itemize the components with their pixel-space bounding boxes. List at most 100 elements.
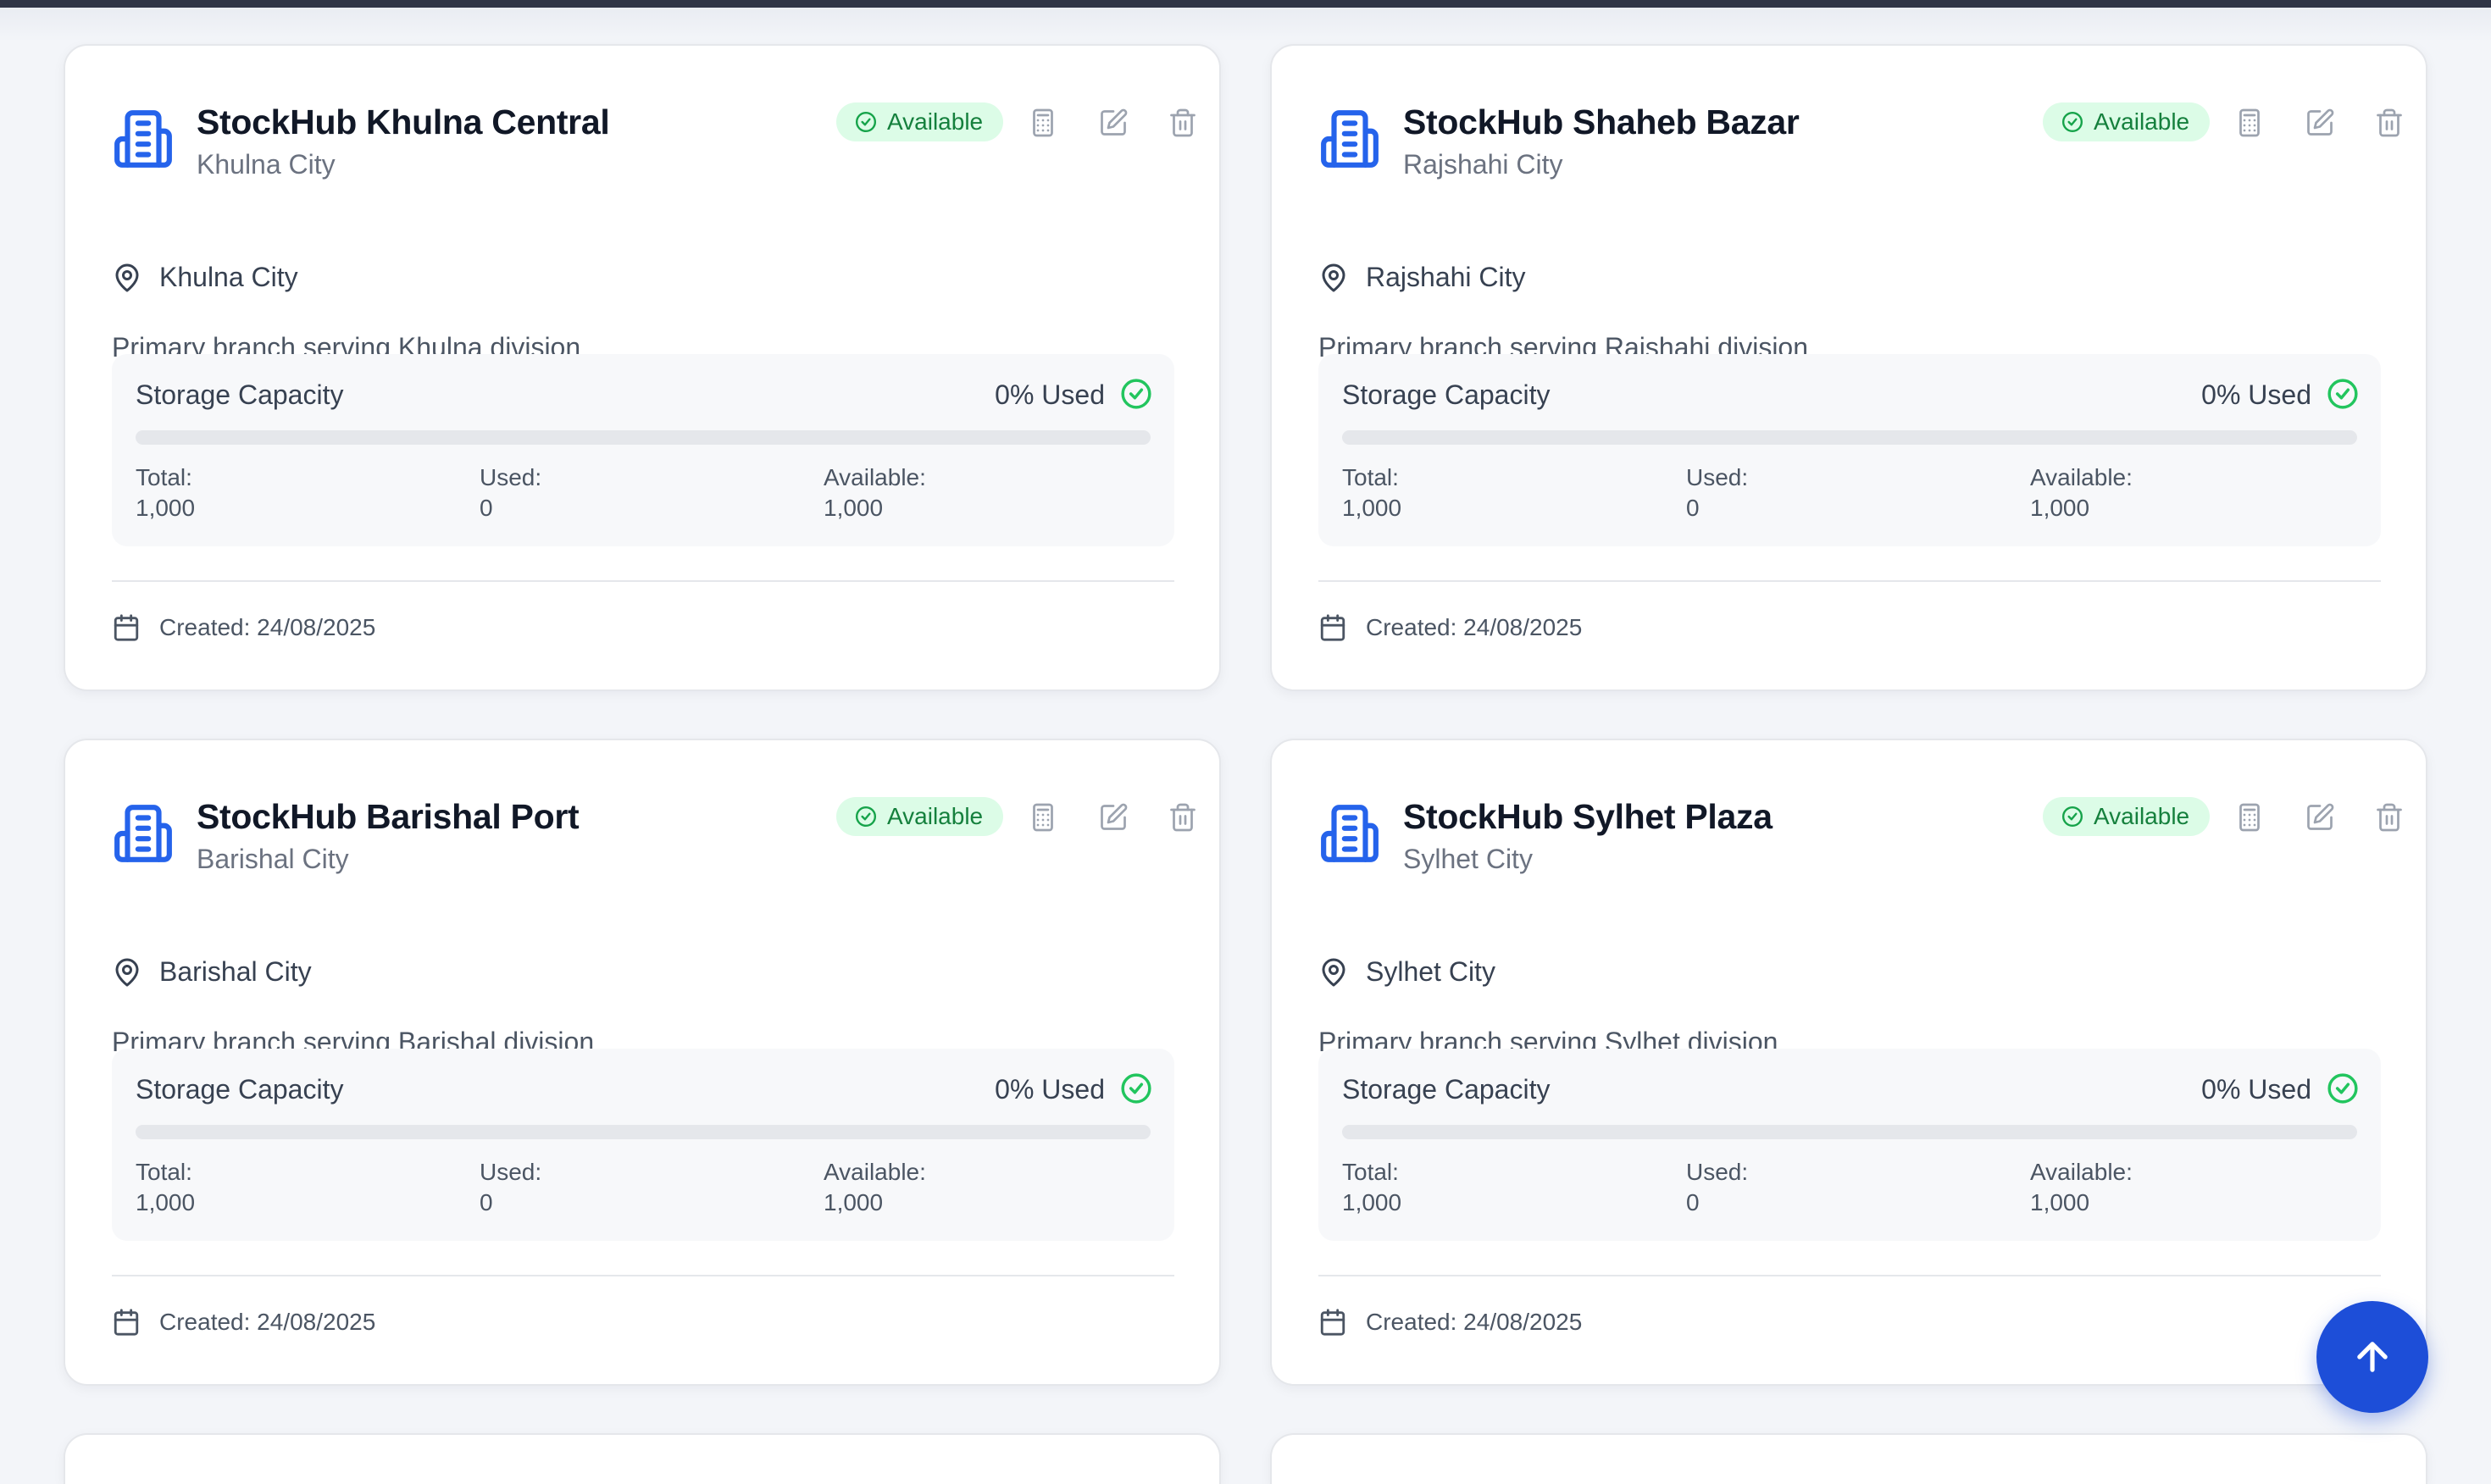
- branch-title: StockHub Khulna Central: [197, 102, 610, 141]
- storage-panel: Storage Capacity 0% Used Total: 1,000 Us…: [1318, 1049, 2381, 1241]
- branch-card-partial: [64, 1433, 1221, 1484]
- calculator-icon: [1033, 108, 1053, 137]
- storage-used-percent: 0% Used: [2201, 1074, 2311, 1105]
- used-value: 0: [1686, 495, 1700, 521]
- card-divider: [1318, 1275, 2381, 1276]
- available-value: 1,000: [824, 1189, 884, 1215]
- storage-progress-bar: [1342, 430, 2357, 445]
- available-label: Available:: [2030, 464, 2133, 490]
- calendar-icon: [1320, 1309, 1345, 1336]
- check-circle-icon: [2327, 1073, 2358, 1104]
- total-value: 1,000: [136, 1189, 196, 1215]
- total-label: Total:: [136, 464, 192, 490]
- available-label: Available:: [2030, 1159, 2133, 1185]
- calendar-icon: [114, 1309, 139, 1336]
- storage-progress-bar: [136, 430, 1151, 445]
- card-header: StockHub Shaheb Bazar Rajshahi City Avai…: [1318, 98, 2402, 191]
- branch-city: Barishal City: [197, 844, 349, 874]
- status-badge: Available: [2043, 102, 2211, 141]
- card-header: StockHub Barishal Port Barishal City Ava…: [112, 793, 1196, 886]
- storage-used-percent: 0% Used: [995, 1074, 1105, 1105]
- trash-icon: [1170, 803, 1196, 832]
- edit-icon: [2307, 108, 2334, 136]
- total-stat: Total: 1,000: [136, 462, 195, 523]
- branch-card: StockHub Sylhet Plaza Sylhet City Availa…: [1270, 739, 2427, 1386]
- branch-title: StockHub Sylhet Plaza: [1403, 797, 1773, 836]
- calculator-button[interactable]: [1023, 102, 1063, 143]
- total-value: 1,000: [1342, 1189, 1402, 1215]
- status-label: Available: [2094, 803, 2190, 829]
- branch-card: StockHub Khulna Central Khulna City Avai…: [64, 44, 1221, 691]
- building-icon: [114, 805, 172, 862]
- created-date: Created: 24/08/2025: [1366, 1309, 1583, 1335]
- check-circle-icon: [2327, 379, 2358, 409]
- storage-label: Storage Capacity: [1342, 379, 1551, 410]
- status-badge: Available: [836, 797, 1004, 836]
- location-row: Rajshahi City: [1318, 262, 1526, 293]
- available-label: Available:: [824, 1159, 926, 1185]
- delete-button[interactable]: [1162, 102, 1203, 143]
- map-pin-icon: [1322, 263, 1345, 291]
- arrow-up-icon: [2357, 1342, 2388, 1372]
- map-pin-icon: [115, 263, 139, 291]
- card-divider: [112, 1275, 1174, 1276]
- check-circle-icon: [2061, 111, 2083, 133]
- location-row: Sylhet City: [1318, 956, 1495, 988]
- used-stat: Used: 0: [480, 1157, 541, 1218]
- created-date: Created: 24/08/2025: [159, 614, 376, 640]
- used-label: Used:: [1686, 464, 1749, 490]
- created-row: Created: 24/08/2025: [1318, 613, 1582, 642]
- available-value: 1,000: [824, 495, 884, 521]
- edit-button[interactable]: [1093, 102, 1134, 143]
- total-value: 1,000: [136, 495, 196, 521]
- calculator-button[interactable]: [2229, 102, 2270, 143]
- available-label: Available:: [824, 464, 926, 490]
- available-value: 1,000: [2030, 1189, 2090, 1215]
- trash-icon: [2377, 108, 2402, 137]
- branch-title: StockHub Shaheb Bazar: [1403, 102, 1800, 141]
- check-circle-icon: [2061, 806, 2083, 828]
- card-header: StockHub Sylhet Plaza Sylhet City Availa…: [1318, 793, 2402, 886]
- used-label: Used:: [1686, 1159, 1749, 1185]
- location-text: Sylhet City: [1366, 956, 1495, 987]
- storage-panel: Storage Capacity 0% Used Total: 1,000 Us…: [112, 354, 1174, 546]
- status-label: Available: [2094, 108, 2190, 135]
- branch-title: StockHub Barishal Port: [197, 797, 580, 836]
- available-stat: Available: 1,000: [2030, 1157, 2133, 1218]
- used-label: Used:: [480, 1159, 542, 1185]
- top-header-bar: [0, 0, 2491, 8]
- edit-button[interactable]: [2300, 102, 2340, 143]
- calculator-button[interactable]: [2229, 797, 2270, 838]
- delete-button[interactable]: [2369, 102, 2410, 143]
- available-stat: Available: 1,000: [824, 1157, 926, 1218]
- trash-icon: [2377, 803, 2402, 832]
- trash-icon: [1170, 108, 1196, 137]
- delete-button[interactable]: [1162, 797, 1203, 838]
- card-header: StockHub Khulna Central Khulna City Avai…: [112, 98, 1196, 191]
- status-badge: Available: [2043, 797, 2211, 836]
- card-divider: [112, 580, 1174, 582]
- calculator-button[interactable]: [1023, 797, 1063, 838]
- check-circle-icon: [855, 806, 877, 828]
- available-stat: Available: 1,000: [2030, 462, 2133, 523]
- branch-card: StockHub Shaheb Bazar Rajshahi City Avai…: [1270, 44, 2427, 691]
- available-value: 1,000: [2030, 495, 2090, 521]
- location-row: Barishal City: [112, 956, 312, 988]
- edit-button[interactable]: [1093, 797, 1134, 838]
- created-row: Created: 24/08/2025: [1318, 1308, 1582, 1337]
- calculator-icon: [1033, 803, 1053, 832]
- used-stat: Used: 0: [480, 462, 541, 523]
- total-label: Total:: [1342, 464, 1399, 490]
- storage-label: Storage Capacity: [1342, 1074, 1551, 1105]
- status-label: Available: [887, 803, 984, 829]
- map-pin-icon: [115, 958, 139, 986]
- header-shadow: [0, 8, 2491, 42]
- edit-icon: [1101, 803, 1128, 830]
- scroll-to-top-button[interactable]: [2316, 1301, 2428, 1413]
- total-label: Total:: [1342, 1159, 1399, 1185]
- edit-button[interactable]: [2300, 797, 2340, 838]
- location-text: Khulna City: [159, 262, 298, 292]
- delete-button[interactable]: [2369, 797, 2410, 838]
- total-stat: Total: 1,000: [1342, 1157, 1401, 1218]
- edit-icon: [1101, 108, 1128, 136]
